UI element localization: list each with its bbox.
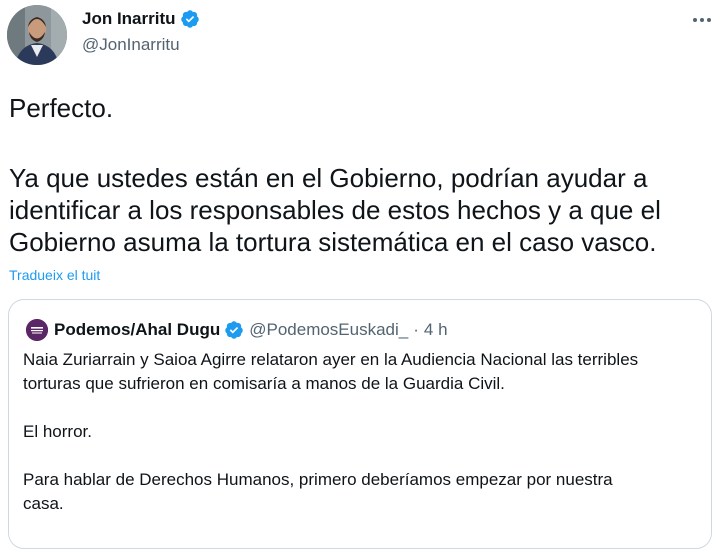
quoted-tweet-body: Naia Zuriarrain y Saioa Agirre relataron… — [23, 348, 703, 516]
quoted-author-avatar — [26, 319, 48, 341]
author-display-name[interactable]: Jon Inarritu — [82, 9, 176, 29]
quoted-tweet-header: Podemos/Ahal Dugu @PodemosEuskadi_ · 4 h — [26, 319, 448, 341]
separator-dot: · — [413, 320, 419, 339]
tweet-body: Perfecto. Ya que ustedes están en el Gob… — [9, 92, 714, 258]
quoted-tweet-line: Naia Zuriarrain y Saioa Agirre relataron… — [23, 350, 639, 369]
verified-badge-icon — [180, 9, 200, 29]
quoted-tweet-line: Para hablar de Derechos Humanos, primero… — [23, 470, 613, 489]
quoted-author-name: Podemos/Ahal Dugu — [54, 320, 221, 339]
author-avatar[interactable] — [7, 5, 67, 65]
tweet-line: Ya que ustedes están en el Gobierno, pod… — [9, 163, 648, 193]
quoted-tweet-line: torturas que sufrieron en comisaría a ma… — [23, 374, 505, 393]
quoted-author-handle: @PodemosEuskadi_ — [249, 320, 409, 339]
translate-tweet-link[interactable]: Tradueix el tuit — [9, 267, 100, 283]
quoted-tweet-line: El horror. — [23, 422, 92, 441]
quoted-tweet-card[interactable]: Podemos/Ahal Dugu @PodemosEuskadi_ · 4 h… — [8, 299, 712, 549]
verified-badge-icon — [224, 320, 244, 340]
more-horizontal-icon[interactable] — [690, 12, 714, 28]
author-handle[interactable]: @JonInarritu — [82, 35, 180, 55]
tweet-line: identificar a los responsables de estos … — [9, 195, 661, 225]
quoted-tweet-line: casa. — [23, 494, 64, 513]
tweet-line: Gobierno asuma la tortura sistemática en… — [9, 227, 657, 257]
author-name-row: Jon Inarritu — [82, 9, 200, 29]
quoted-tweet-timestamp: 4 h — [423, 320, 448, 339]
tweet-header: Jon Inarritu @JonInarritu — [0, 0, 720, 70]
tweet-line: Perfecto. — [9, 93, 114, 123]
